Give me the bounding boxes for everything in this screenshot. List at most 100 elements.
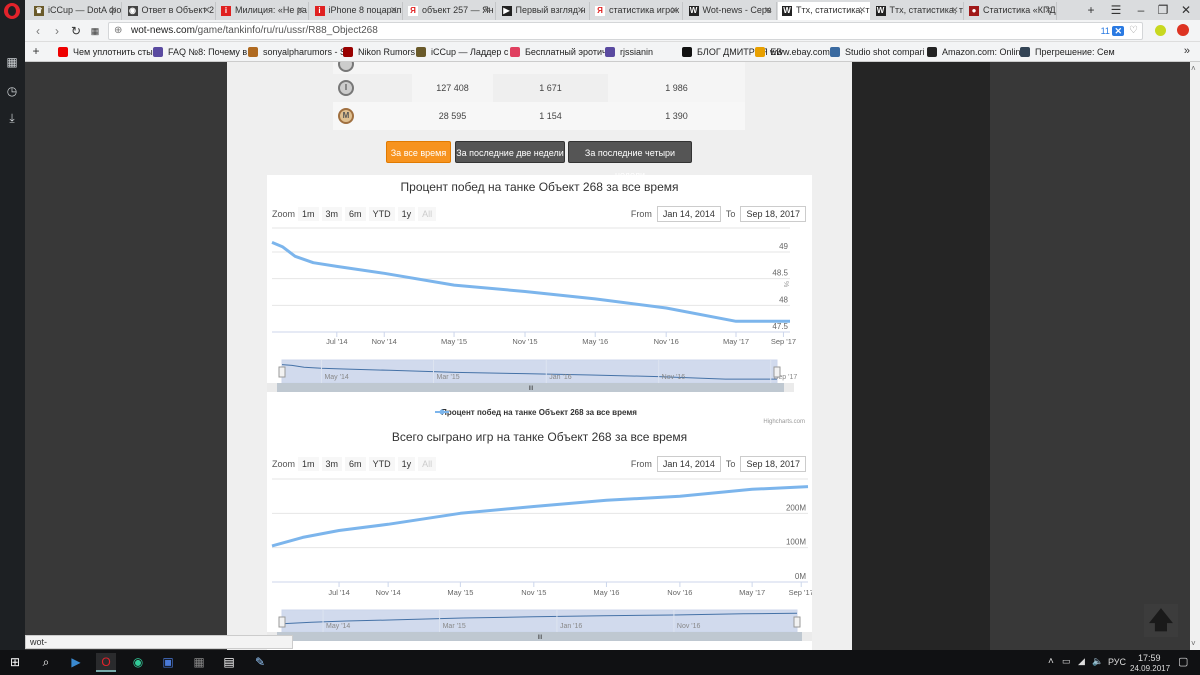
tab[interactable]: ▶ Первый взгляд н ✕ [498, 2, 590, 20]
navigator-handle[interactable] [773, 366, 781, 378]
address-bar-row: ‹ › ↻ ▦ ⊕ wot-news.com/game/tankinfo/ru/r… [25, 20, 1200, 42]
y-tick-label: 48.5 [772, 269, 788, 278]
tab-close-icon[interactable]: ✕ [951, 5, 959, 16]
game-app-icon[interactable]: ▦ [189, 653, 209, 672]
extension-icon[interactable] [1155, 25, 1166, 36]
history-clock-icon[interactable]: ◷ [5, 84, 19, 98]
back-button[interactable]: ‹ [30, 23, 46, 39]
battery-icon[interactable]: ▭ [1062, 656, 1071, 667]
chart1-legend-marker [439, 409, 445, 415]
volume-icon[interactable]: 🔈 [1092, 656, 1103, 667]
scroll-to-top-button[interactable]: 🡅 [1144, 604, 1178, 637]
tray-expand-icon[interactable]: ˄ [1048, 656, 1054, 667]
navigator-tick-label: Nov '16 [662, 374, 686, 381]
navigator-handle[interactable] [278, 366, 286, 378]
tab-menu-icon[interactable]: ☰ [1106, 2, 1126, 18]
new-tab-button[interactable]: + [1081, 2, 1101, 18]
adblock-icon[interactable] [1177, 24, 1189, 36]
period-four-weeks-button[interactable]: За последние четыри недели [568, 141, 692, 180]
tab-close-icon[interactable]: ✕ [109, 5, 117, 16]
page-scrollbar[interactable]: ˄ ˅ [1190, 62, 1200, 650]
tab[interactable]: Ястатистика игрок ✕ [591, 2, 683, 20]
tab-favicon-icon: ● [969, 6, 979, 16]
navigator-handle[interactable] [278, 616, 286, 628]
y-tick-label: 47.5 [772, 322, 788, 331]
forward-button[interactable]: › [49, 23, 65, 39]
save-disk-icon[interactable]: ▣ [158, 653, 178, 672]
close-window-button[interactable]: ✕ [1176, 2, 1196, 18]
bookmark-item[interactable]: Nikon Rumors [343, 45, 415, 59]
tab[interactable]: ♛ iCCup — DotA фо ✕ [30, 2, 122, 20]
period-all-time-button[interactable]: За все время [386, 141, 451, 163]
tab-close-icon[interactable]: ✕ [764, 5, 772, 16]
paint-icon[interactable]: ✎ [250, 653, 270, 672]
tab[interactable]: i Милиция: «Не ра ✕ [217, 2, 309, 20]
period-two-weeks-button[interactable]: За последние две недели [455, 141, 565, 163]
chart1-y-axis-title: % [782, 281, 789, 287]
bookmark-label: iCCup — Ладдер с н [431, 47, 516, 57]
bookmark-item[interactable]: iCCup — Ладдер с н [416, 45, 516, 59]
tab-close-icon[interactable]: ✕ [670, 5, 678, 16]
bookmark-item[interactable]: rjssianin [605, 45, 653, 59]
notifications-icon[interactable]: ▢ [1178, 655, 1188, 668]
tab-title: статистика игрок [609, 5, 680, 15]
x-tick-label: Nov '16 [667, 588, 692, 597]
opera-taskbar-icon[interactable]: O [96, 653, 116, 672]
tab-title: Wot-news - Серв [702, 5, 772, 15]
tab-bar: ♛ iCCup — DotA фо ✕ ◉ Ответ в Объект 2 ✕ i Мили… [25, 0, 1200, 20]
chrome-icon[interactable]: ◉ [128, 653, 148, 672]
minimize-button[interactable]: – [1131, 2, 1151, 18]
tab[interactable]: W Ттх, статистика, т ✕ [872, 2, 964, 20]
restore-button[interactable]: ❐ [1153, 2, 1173, 18]
tab-close-icon[interactable]: ✕ [577, 5, 585, 16]
clock-date[interactable]: 24.09.2017 [1130, 664, 1170, 673]
highcharts-credit[interactable]: Highcharts.com [763, 419, 805, 425]
tab[interactable]: W Ттх, статистика, т ✕ [778, 2, 870, 20]
tab-close-icon[interactable]: ✕ [1044, 5, 1052, 16]
bookmark-favicon-icon [416, 47, 426, 57]
downloads-icon[interactable]: ⤓ [5, 111, 19, 125]
speed-dial-icon[interactable]: ▦ [5, 55, 19, 69]
tab-close-icon[interactable]: ✕ [390, 5, 398, 16]
tab-close-icon[interactable]: ✕ [296, 5, 304, 16]
wifi-icon[interactable]: ◢ [1078, 656, 1085, 667]
scroll-down-arrow[interactable]: ˅ [1191, 639, 1196, 648]
tab[interactable]: ● Статистика «КПД ✕ [965, 2, 1057, 20]
opera-logo-icon[interactable] [4, 3, 20, 19]
bookmark-item[interactable]: Чем уплотнить сты [58, 45, 153, 59]
speed-dial-button[interactable]: ▦ [87, 23, 103, 39]
bookmark-label: Чем уплотнить сты [73, 47, 153, 57]
clock-time[interactable]: 17:59 [1138, 653, 1161, 663]
language-indicator[interactable]: РУС [1108, 657, 1126, 667]
bookmark-item[interactable]: sonyalpharumors - S [248, 45, 346, 59]
tab[interactable]: Яобъект 257 — Ян ✕ [404, 2, 496, 20]
tab-close-icon[interactable]: ✕ [858, 5, 866, 16]
reload-button[interactable]: ↻ [68, 23, 84, 39]
tab-close-icon[interactable]: ✕ [203, 5, 211, 16]
navigator-handle[interactable] [793, 616, 801, 628]
calculator-icon[interactable]: ▤ [219, 653, 239, 672]
scrollbar-right-button [802, 632, 812, 641]
scrollbar-grip-icon: III [538, 635, 543, 641]
media-player-icon[interactable]: ▶ [66, 653, 86, 672]
url-input[interactable]: ⊕ wot-news.com/game/tankinfo/ru/ru/ussr/R… [108, 22, 1143, 40]
scroll-up-arrow[interactable]: ˄ [1191, 64, 1196, 73]
tab-close-icon[interactable]: ✕ [483, 5, 491, 16]
start-windows-icon[interactable]: ⊞ [5, 653, 25, 672]
vpn-badge[interactable]: 11 ✕ [1101, 23, 1124, 39]
search-icon[interactable]: ⌕ [36, 653, 56, 672]
bookmarks-more-button[interactable]: » [1184, 45, 1190, 57]
tab[interactable]: W Wot-news - Серв ✕ [685, 2, 777, 20]
add-bookmark-button[interactable]: + [28, 43, 44, 59]
bookmark-item[interactable]: FAQ №8: Почему в [153, 45, 247, 59]
chart1-legend-label[interactable]: Процент побед на танке Объект 268 за все… [441, 408, 637, 417]
heart-bookmark-icon[interactable]: ♡ [1129, 23, 1138, 39]
bookmark-item[interactable]: Amazon.com: Online [927, 45, 1026, 59]
tab[interactable]: i iPhone 8 поцарап ✕ [311, 2, 403, 20]
tab[interactable]: ◉ Ответ в Объект 2 ✕ [124, 2, 216, 20]
bookmark-item[interactable]: www.ebay.com [755, 45, 830, 59]
bookmark-label: Studio shot compari [845, 47, 925, 57]
bookmark-item[interactable]: Studio shot compari [830, 45, 925, 59]
bookmark-item[interactable]: Бесплатный эротич [510, 45, 607, 59]
bookmark-item[interactable]: Прегрешение: Сем [1020, 45, 1115, 59]
